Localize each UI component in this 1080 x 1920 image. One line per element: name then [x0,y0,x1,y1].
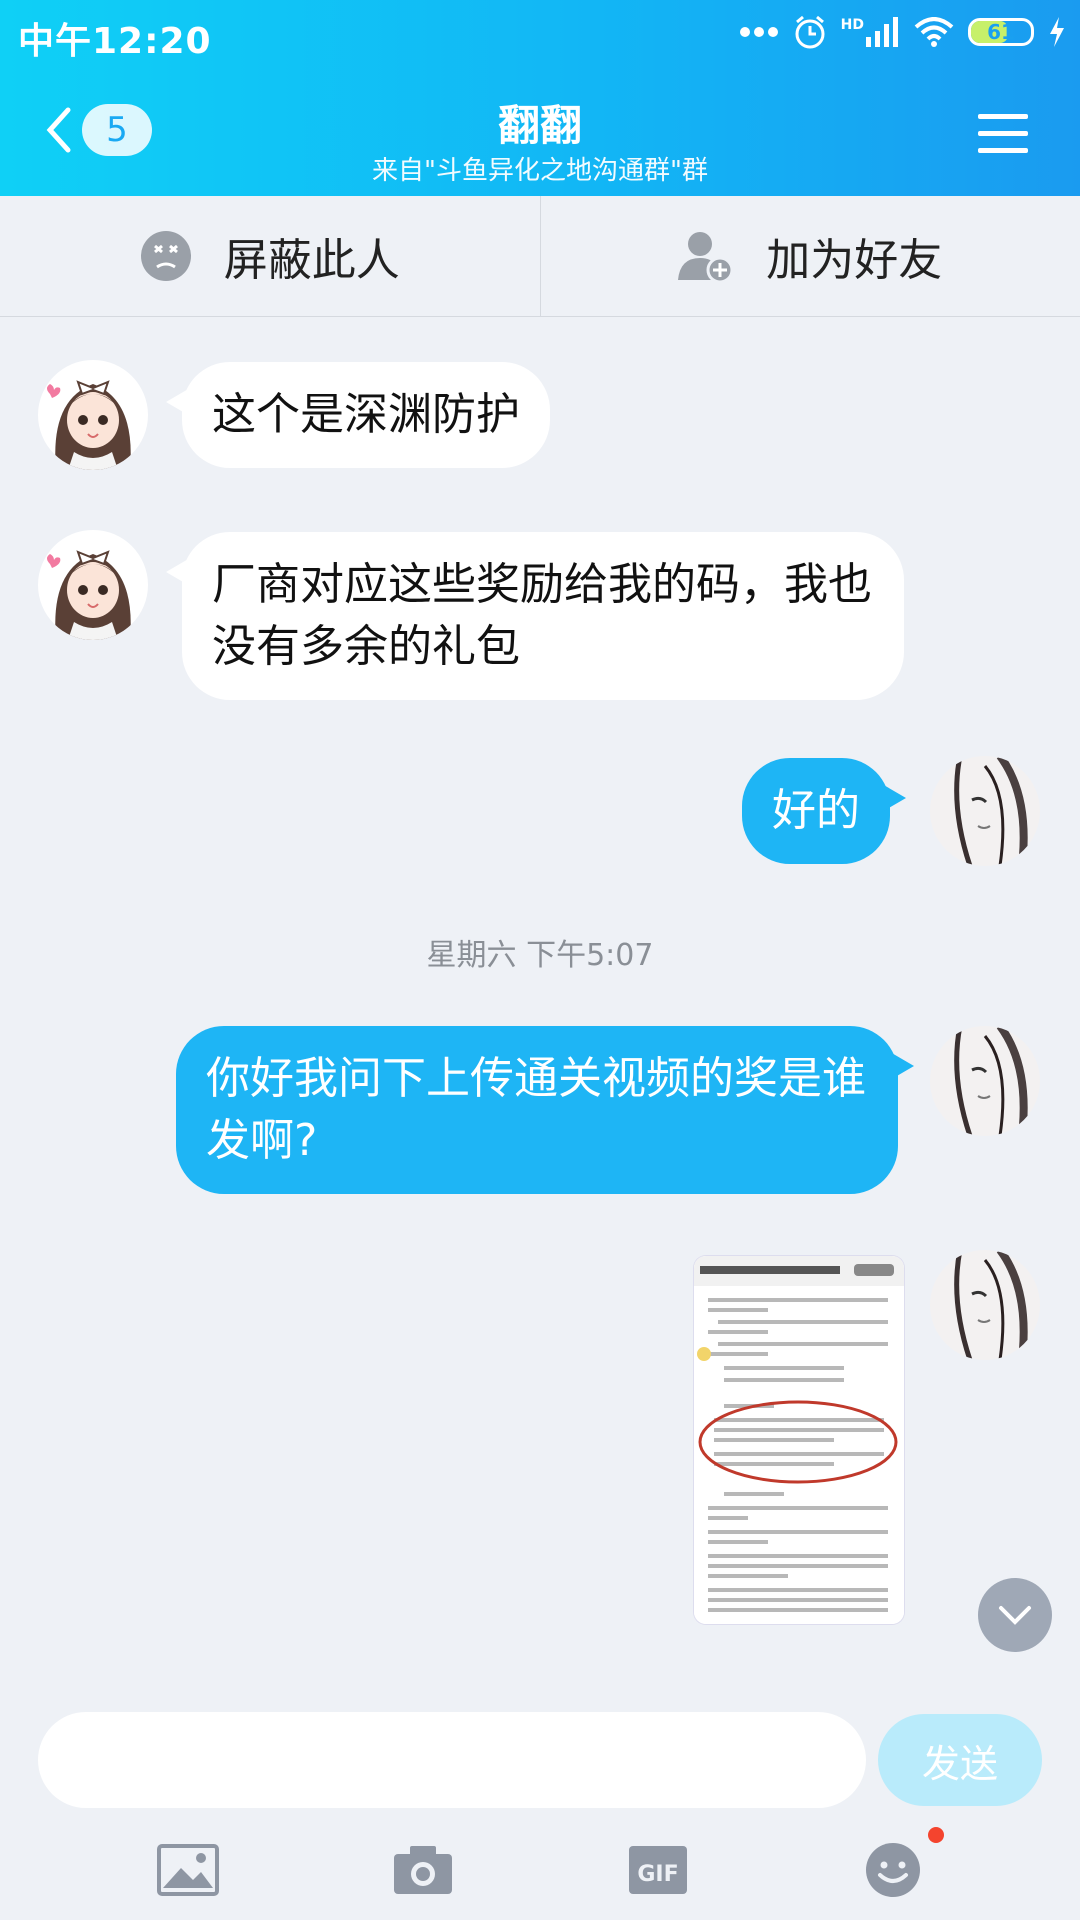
charging-icon [1050,17,1064,47]
gif-icon: GIF [628,1846,687,1894]
message-input[interactable] [38,1712,866,1808]
stranger-action-bar: 屏蔽此人 加为好友 [0,196,1080,317]
alarm-icon [795,15,825,49]
signal-icon [866,17,898,47]
battery-icon: 61 [968,18,1034,46]
chat-title: 翻翻 [497,101,582,150]
camera-icon [393,1846,452,1894]
sender-avatar[interactable] [38,530,148,640]
image-message-thumbnail[interactable] [694,1256,904,1624]
camera-button[interactable] [388,1835,458,1905]
screenshot-thumbnail-image [694,1256,904,1624]
sketch-avatar-icon [930,1250,1040,1360]
chat-subtitle: 来自"斗鱼异化之地沟通群"群 [372,156,708,186]
block-face-icon [140,231,191,281]
send-button[interactable]: 发送 [878,1714,1042,1806]
status-time: 中午12:20 [18,21,212,62]
add-friend-label: 加为好友 [766,235,943,286]
chat-header: 中午12:20 HD 61 5 翻翻 来自"斗鱼异化之地沟通群"群 [0,0,1080,196]
more-dots-icon [739,27,778,37]
my-avatar[interactable] [930,1026,1040,1136]
add-friend-icon [678,232,734,282]
svg-text:GIF: GIF [637,1862,678,1887]
scroll-to-bottom-button[interactable] [978,1578,1052,1652]
sketch-avatar-icon [930,756,1040,866]
status-icons: HD 61 [739,14,1066,50]
composer-toolbar: GIF [0,1820,1080,1920]
my-avatar[interactable] [930,756,1040,866]
chevron-down-icon [999,1606,1031,1625]
girl-avatar-icon [38,360,148,470]
smiley-icon [865,1843,920,1897]
message-bubble-outgoing[interactable]: 你好我问下上传通关视频的奖是谁发啊? [176,1026,914,1194]
message-bubble-incoming[interactable]: 这个是深渊防护 [166,362,550,468]
photo-button[interactable] [153,1835,223,1905]
menu-button[interactable] [978,112,1028,156]
image-icon [156,1844,219,1896]
add-friend-button[interactable]: 加为好友 [539,196,1080,316]
hd-label: HD [840,17,864,33]
new-indicator-dot [927,1827,944,1843]
battery-level: 61 [987,20,1015,44]
gif-button[interactable]: GIF [623,1835,693,1905]
my-avatar[interactable] [930,1250,1040,1360]
message-bubble-incoming[interactable]: 厂商对应这些奖励给我的码，我也没有多余的礼包 [166,532,904,700]
sender-avatar[interactable] [38,360,148,470]
girl-avatar-icon [38,530,148,640]
message-timestamp: 星期六 下午5:07 [426,938,654,973]
wifi-icon [914,17,954,47]
composer: 发送 [0,1700,1080,1820]
emoji-button[interactable] [858,1827,944,1905]
sketch-avatar-icon [930,1026,1040,1136]
block-user-button[interactable]: 屏蔽此人 [0,196,540,316]
message-bubble-outgoing[interactable]: 好的 [742,758,906,864]
block-user-label: 屏蔽此人 [223,235,400,286]
